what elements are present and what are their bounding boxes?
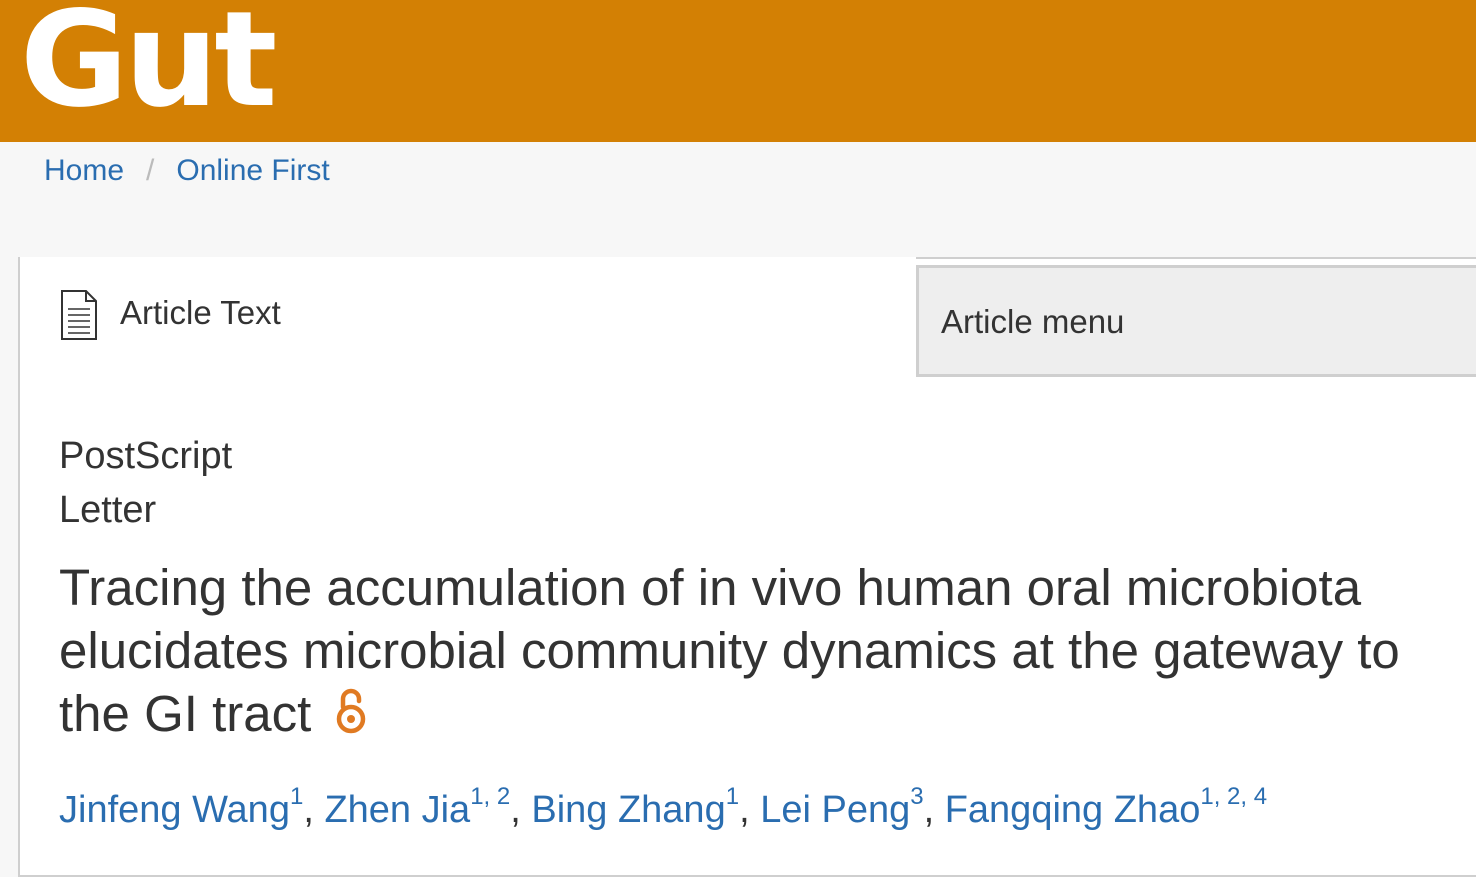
breadcrumb-home-link[interactable]: Home (44, 154, 124, 187)
journal-logo[interactable]: Gut (20, 0, 277, 126)
tab-article-text[interactable]: Article Text (20, 257, 916, 377)
tab-article-menu[interactable]: Article menu (916, 265, 1476, 377)
author-separator: , (739, 789, 761, 831)
author-affiliation[interactable]: 1, 2, 4 (1200, 783, 1267, 810)
author-link[interactable]: Bing Zhang (531, 789, 725, 831)
author-separator: , (303, 789, 325, 831)
site-header: Gut (0, 0, 1476, 142)
author-affiliation[interactable]: 1 (290, 783, 303, 810)
author-affiliation[interactable]: 1, 2 (470, 783, 510, 810)
author-list: Jinfeng Wang1, Zhen Jia1, 2, Bing Zhang1… (59, 783, 1267, 834)
tab-article-menu-label: Article menu (941, 303, 1125, 340)
breadcrumb-separator: / (146, 154, 155, 187)
article-title: Tracing the accumulation of in vivo huma… (59, 556, 1474, 745)
author-separator: , (923, 789, 945, 831)
article-type-postscript: PostScript (59, 435, 233, 477)
breadcrumb: Home / Online First (44, 152, 330, 190)
breadcrumb-online-first-link[interactable]: Online First (176, 154, 329, 187)
article-title-text: Tracing the accumulation of in vivo huma… (59, 559, 1400, 742)
author-separator: , (510, 789, 532, 831)
author-link[interactable]: Jinfeng Wang (59, 789, 290, 831)
article-type-letter: Letter (59, 489, 157, 531)
tab-article-text-label: Article Text (120, 294, 281, 331)
author-link[interactable]: Lei Peng (760, 789, 910, 831)
open-access-icon (337, 688, 366, 733)
author-affiliation[interactable]: 1 (726, 783, 739, 810)
document-icon (61, 290, 97, 340)
author-affiliation[interactable]: 3 (910, 783, 923, 810)
author-link[interactable]: Zhen Jia (324, 789, 470, 831)
author-link[interactable]: Fangqing Zhao (945, 789, 1201, 831)
